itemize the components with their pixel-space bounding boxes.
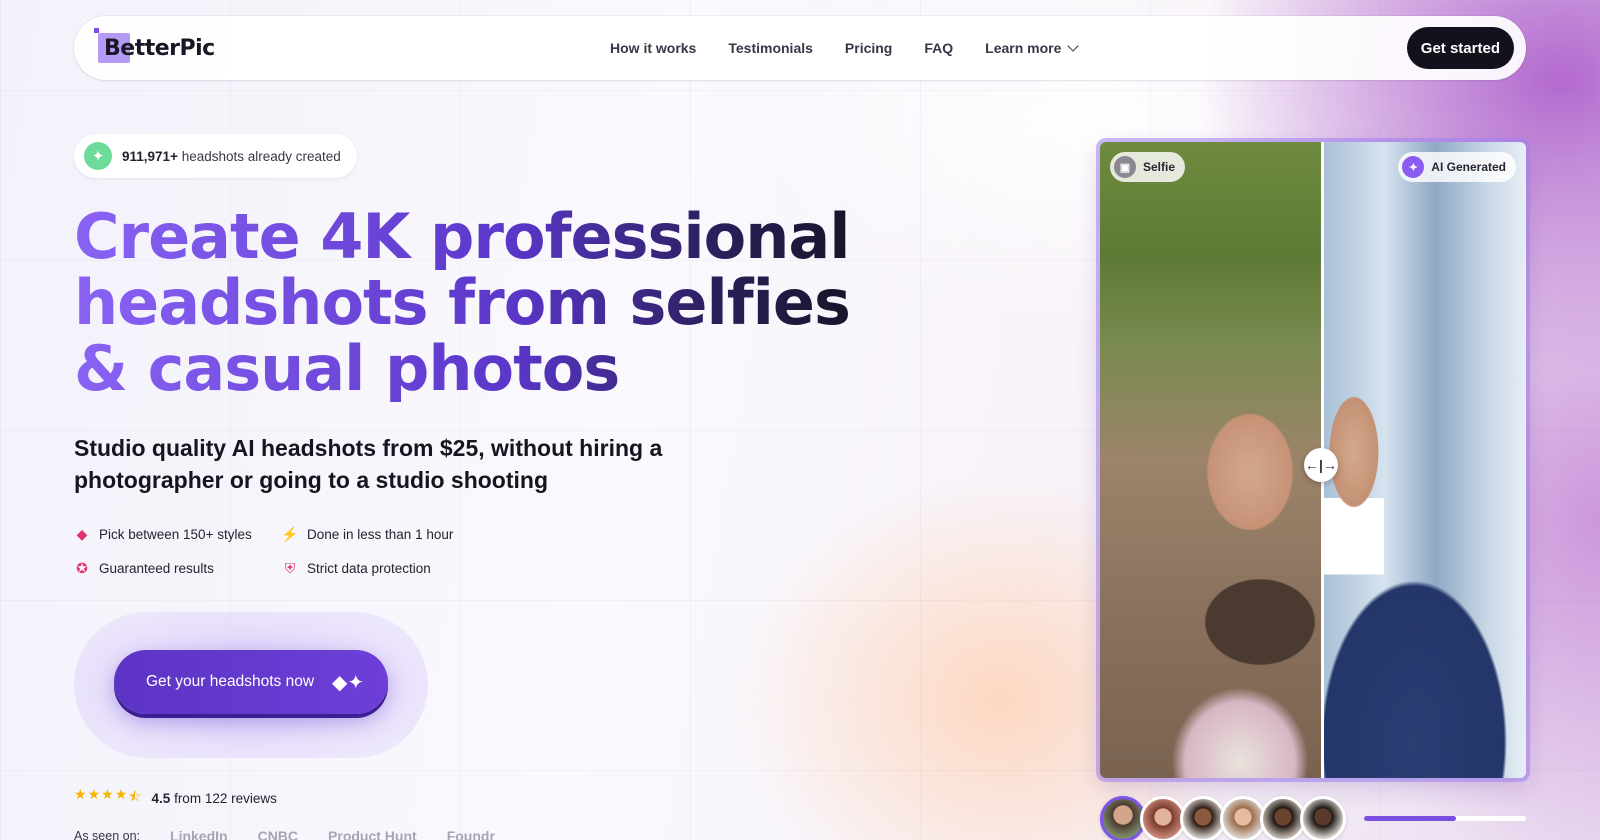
headline-line-1: Create 4K professional <box>74 204 874 270</box>
star-icon: ★ <box>87 786 101 802</box>
thumbnail-avatar[interactable] <box>1300 796 1346 840</box>
logo-text: BetterPic <box>104 35 215 61</box>
get-started-button[interactable]: Get started <box>1406 27 1514 69</box>
camera-icon: ▣ <box>1114 156 1136 178</box>
nav-link-testimonials[interactable]: Testimonials <box>728 40 813 56</box>
headshot-counter-badge: ✦ 911,971+ headshots already created <box>74 134 357 178</box>
feature-item: ✪ Guaranteed results <box>74 560 282 576</box>
lightning-icon: ⚡ <box>281 525 299 542</box>
nav-learn-more-dropdown[interactable]: Learn more <box>985 40 1080 56</box>
as-seen-on-label: As seen on: <box>74 829 141 840</box>
feature-label: Guaranteed results <box>99 560 214 576</box>
rating-value: 4.5 <box>151 790 171 806</box>
headline-line-2a: headshots <box>74 266 449 339</box>
shield-icon: ⛨ <box>284 559 296 576</box>
before-after-comparison[interactable]: ←|→ ▣ Selfie ✦ AI Generated <box>1100 142 1526 778</box>
counter-label: headshots already created <box>177 148 341 164</box>
sparkle-icon: ✦ <box>1402 156 1425 178</box>
selfie-tag: ▣ Selfie <box>1110 152 1186 182</box>
feature-label: Pick between 150+ styles <box>99 526 252 542</box>
headline-line-1a: Create 4K <box>74 200 431 273</box>
selfie-tag-label: Selfie <box>1143 160 1176 174</box>
top-nav: BetterPic How it works Testimonials Pric… <box>74 16 1526 80</box>
ai-generated-image <box>1324 142 1526 778</box>
rating-reviews: from 122 reviews <box>174 790 277 806</box>
brand-logo-cnbc: CNBC <box>257 828 299 840</box>
feature-label: Done in less than 1 hour <box>307 526 454 542</box>
hero-headline: Create 4K professional headshots from se… <box>74 204 874 402</box>
star-half-icon: ⯪ <box>128 788 142 804</box>
brand-logo-product-hunt: Product Hunt <box>328 828 417 840</box>
cta-label: Get your headshots now <box>146 673 315 690</box>
star-rating: ★ ★ ★ ★ ⯪ <box>74 786 142 810</box>
feature-item: ⛨ Strict data protection <box>282 560 482 576</box>
star-icon: ★ <box>74 786 87 802</box>
brand-logo-foundr: Foundr <box>446 828 495 840</box>
feature-list: ◆ Pick between 150+ styles ⚡ Done in les… <box>74 526 482 576</box>
logo[interactable]: BetterPic <box>94 28 258 68</box>
headline-line-2: headshots from selfies <box>74 270 874 336</box>
counter-count: 911,971+ <box>122 148 178 164</box>
rating-summary: ★ ★ ★ ★ ⯪ 4.5 from 122 reviews <box>74 786 277 810</box>
nav-link-pricing[interactable]: Pricing <box>845 40 892 56</box>
comparison-slider-handle[interactable]: ←|→ <box>1304 448 1338 482</box>
headline-line-3b: photos <box>384 332 620 405</box>
star-icon: ★ <box>101 786 114 802</box>
chevron-down-icon <box>1067 40 1080 52</box>
brand-logo-linkedin: LinkedIn <box>170 828 228 840</box>
headline-line-3a: & casual <box>74 332 385 405</box>
feature-label: Strict data protection <box>307 560 431 576</box>
headline-line-1b: professional <box>430 200 850 273</box>
learn-more-label: Learn more <box>985 40 1062 56</box>
sparkle-icon: ◆✦ <box>332 671 365 694</box>
rating-text: 4.5 from 122 reviews <box>152 791 277 806</box>
tag-icon: ◆ <box>76 525 88 542</box>
counter-text: 911,971+ headshots already created <box>122 149 341 164</box>
get-headshots-button[interactable]: Get your headshots now ◆✦ <box>114 650 388 714</box>
feature-item: ◆ Pick between 150+ styles <box>74 526 282 542</box>
selfie-image <box>1100 142 1322 778</box>
hero-subheadline: Studio quality AI headshots from $25, wi… <box>74 435 663 493</box>
slideshow-progress-bar <box>1364 816 1526 821</box>
ai-generated-tag: ✦ AI Generated <box>1398 152 1516 182</box>
nav-link-how-it-works[interactable]: How it works <box>610 40 696 56</box>
example-thumbnails <box>1100 796 1346 840</box>
headline-line-2b: from selfies <box>448 266 850 339</box>
feature-item: ⚡ Done in less than 1 hour <box>281 525 482 542</box>
slideshow-progress-fill <box>1364 816 1457 821</box>
star-icon: ★ <box>114 786 128 802</box>
award-icon: ✪ <box>76 559 88 576</box>
nav-link-faq[interactable]: FAQ <box>924 40 953 56</box>
headline-line-3: & casual photos <box>74 336 874 402</box>
as-seen-on: As seen on: LinkedIn CNBC Product Hunt F… <box>74 826 495 840</box>
ai-tag-label: AI Generated <box>1431 160 1506 174</box>
nav-links: How it works Testimonials Pricing FAQ Le… <box>610 40 1080 56</box>
sparkle-icon: ✦ <box>84 142 112 170</box>
